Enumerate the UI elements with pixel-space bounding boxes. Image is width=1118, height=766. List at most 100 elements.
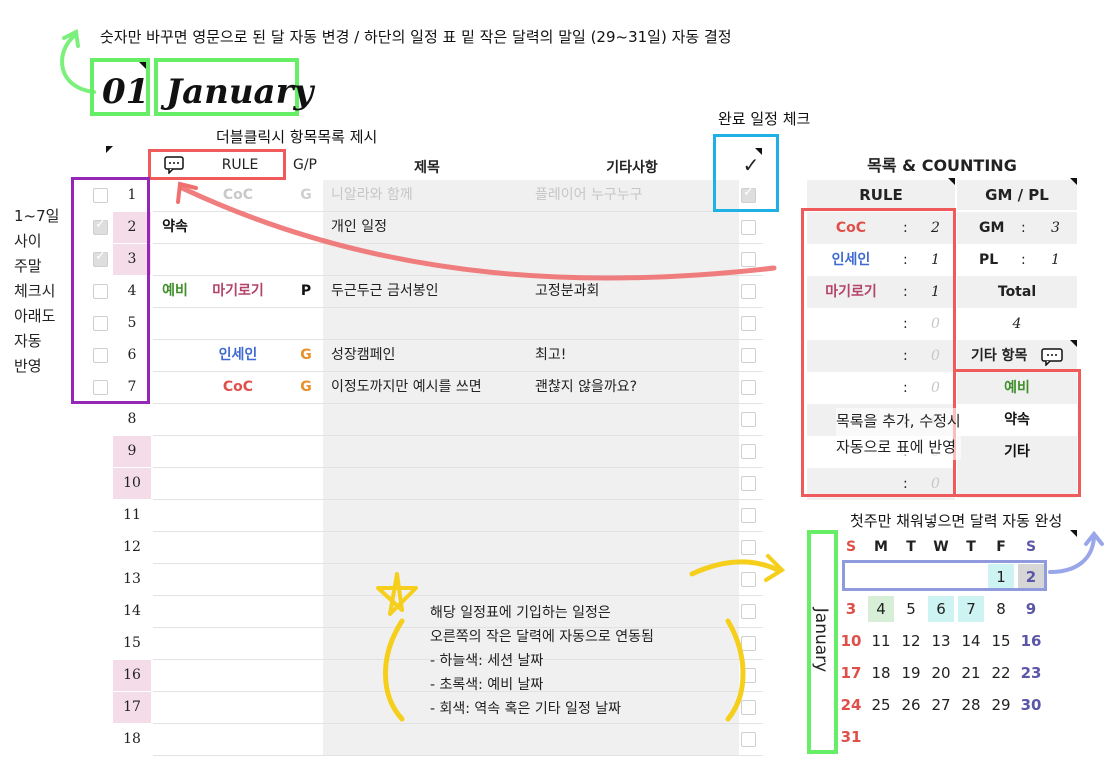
- etc-header-label: 기타 항목: [971, 348, 1028, 364]
- tag-cell[interactable]: [153, 628, 197, 659]
- side-rule-header: RULE: [807, 180, 955, 210]
- title-cell[interactable]: [323, 436, 533, 467]
- rule-cell[interactable]: [201, 660, 275, 691]
- calendar-day: 30: [1020, 696, 1042, 714]
- etc-cell[interactable]: [527, 436, 739, 467]
- gp-cell[interactable]: [291, 660, 321, 691]
- gp-cell[interactable]: [291, 564, 321, 595]
- weekend-note: 1~7일 사이 주말 체크시 아래도 자동 반영: [14, 204, 59, 379]
- calendar-day: [988, 724, 1014, 750]
- title-cell[interactable]: [323, 724, 533, 755]
- tag-cell[interactable]: [153, 564, 197, 595]
- day-number: 11: [123, 507, 141, 523]
- done-checkbox[interactable]: [741, 348, 756, 363]
- calendar-day: [868, 724, 894, 750]
- day-number: 8: [127, 411, 137, 427]
- calendar-month-label: January: [811, 607, 831, 673]
- gp-cell[interactable]: [291, 468, 321, 499]
- month-number-box[interactable]: 01: [90, 58, 150, 116]
- done-checkbox[interactable]: [741, 508, 756, 523]
- calendar-day: 11: [871, 632, 891, 650]
- rule-cell[interactable]: [201, 724, 275, 755]
- calendar-day: 25: [871, 696, 891, 714]
- gp-cell[interactable]: [291, 308, 321, 339]
- gp-cell[interactable]: [291, 724, 321, 755]
- etc-cell[interactable]: 최고!: [527, 340, 739, 371]
- rule-cell[interactable]: [201, 436, 275, 467]
- rule-cell[interactable]: [201, 404, 275, 435]
- tag-cell[interactable]: [153, 500, 197, 531]
- title-cell[interactable]: 성장캠페인: [323, 340, 533, 371]
- tag-cell[interactable]: [153, 532, 197, 563]
- month-number: 01: [102, 72, 150, 112]
- rule-cell[interactable]: CoC: [201, 372, 275, 403]
- gp-cell[interactable]: [291, 596, 321, 627]
- done-checkbox[interactable]: [741, 316, 756, 331]
- calendar-day: [1018, 724, 1044, 750]
- etc-cell[interactable]: [527, 308, 739, 339]
- weekday-label: W: [933, 539, 949, 555]
- rule-cell[interactable]: [201, 564, 275, 595]
- gp-cell[interactable]: G: [291, 340, 321, 371]
- gp-cell[interactable]: [291, 692, 321, 723]
- calendar-link-note-line: 해당 일정표에 기입하는 일정은: [430, 605, 611, 621]
- tag-cell[interactable]: [153, 340, 197, 371]
- rule-cell[interactable]: [201, 500, 275, 531]
- day-number: 16: [123, 667, 141, 683]
- table-row: 7 이정도까지만 예시를 쓰면 괜찮지 않을까요? CoC G: [93, 372, 763, 404]
- rule-cell[interactable]: 인세인: [201, 340, 275, 371]
- weekend-note-line: 체크시: [14, 282, 56, 300]
- gp-cell[interactable]: [291, 532, 321, 563]
- calendar-day: 13: [931, 632, 951, 650]
- title-cell[interactable]: [323, 564, 533, 595]
- done-checkbox[interactable]: [741, 412, 756, 427]
- rule-cell[interactable]: [201, 596, 275, 627]
- tag-cell[interactable]: [153, 692, 197, 723]
- title-cell[interactable]: [323, 532, 533, 563]
- etc-cell[interactable]: [527, 404, 739, 435]
- calendar-link-note-line: - 초록색: 예비 날짜: [430, 677, 544, 693]
- tag-cell[interactable]: [153, 468, 197, 499]
- done-checkbox[interactable]: [741, 732, 756, 747]
- rule-cell[interactable]: [201, 468, 275, 499]
- table-row: 9: [113, 436, 763, 468]
- tag-cell[interactable]: [153, 308, 197, 339]
- rule-cell[interactable]: [201, 308, 275, 339]
- title-cell[interactable]: [323, 468, 533, 499]
- tag-cell[interactable]: [153, 436, 197, 467]
- done-checkbox[interactable]: [741, 444, 756, 459]
- gp-cell[interactable]: [291, 500, 321, 531]
- title-cell[interactable]: 이정도까지만 예시를 쓰면: [323, 372, 533, 403]
- weekend-note-line: 자동: [14, 332, 42, 350]
- gp-cell[interactable]: G: [291, 372, 321, 403]
- done-checkbox[interactable]: [741, 476, 756, 491]
- calendar-day: 17: [840, 664, 862, 682]
- weekday-label: M: [874, 539, 888, 555]
- rule-cell[interactable]: [201, 628, 275, 659]
- gp-cell[interactable]: [291, 628, 321, 659]
- etc-cell[interactable]: [527, 468, 739, 499]
- tag-cell[interactable]: [153, 724, 197, 755]
- calendar-day: 24: [840, 696, 862, 714]
- etc-cell[interactable]: [527, 724, 739, 755]
- etc-cell[interactable]: 괜찮지 않을까요?: [527, 372, 739, 403]
- tag-cell[interactable]: [153, 596, 197, 627]
- gp-cell[interactable]: [291, 404, 321, 435]
- calendar-day: [958, 724, 984, 750]
- gp-cell[interactable]: [291, 436, 321, 467]
- done-checkbox[interactable]: [741, 284, 756, 299]
- title-cell[interactable]: [323, 404, 533, 435]
- tag-cell[interactable]: [153, 372, 197, 403]
- table-row: 8: [113, 404, 763, 436]
- rule-cell[interactable]: [201, 692, 275, 723]
- done-checkbox[interactable]: [741, 380, 756, 395]
- rule-cell[interactable]: [201, 532, 275, 563]
- list-edit-note-line: 목록을 추가, 수정시: [836, 412, 961, 430]
- title-cell[interactable]: [323, 500, 533, 531]
- day-number: 13: [123, 571, 141, 587]
- tag-cell[interactable]: [153, 404, 197, 435]
- table-row: 13: [113, 564, 763, 596]
- title-cell[interactable]: [323, 308, 533, 339]
- tag-cell[interactable]: [153, 660, 197, 691]
- etc-cell[interactable]: [527, 500, 739, 531]
